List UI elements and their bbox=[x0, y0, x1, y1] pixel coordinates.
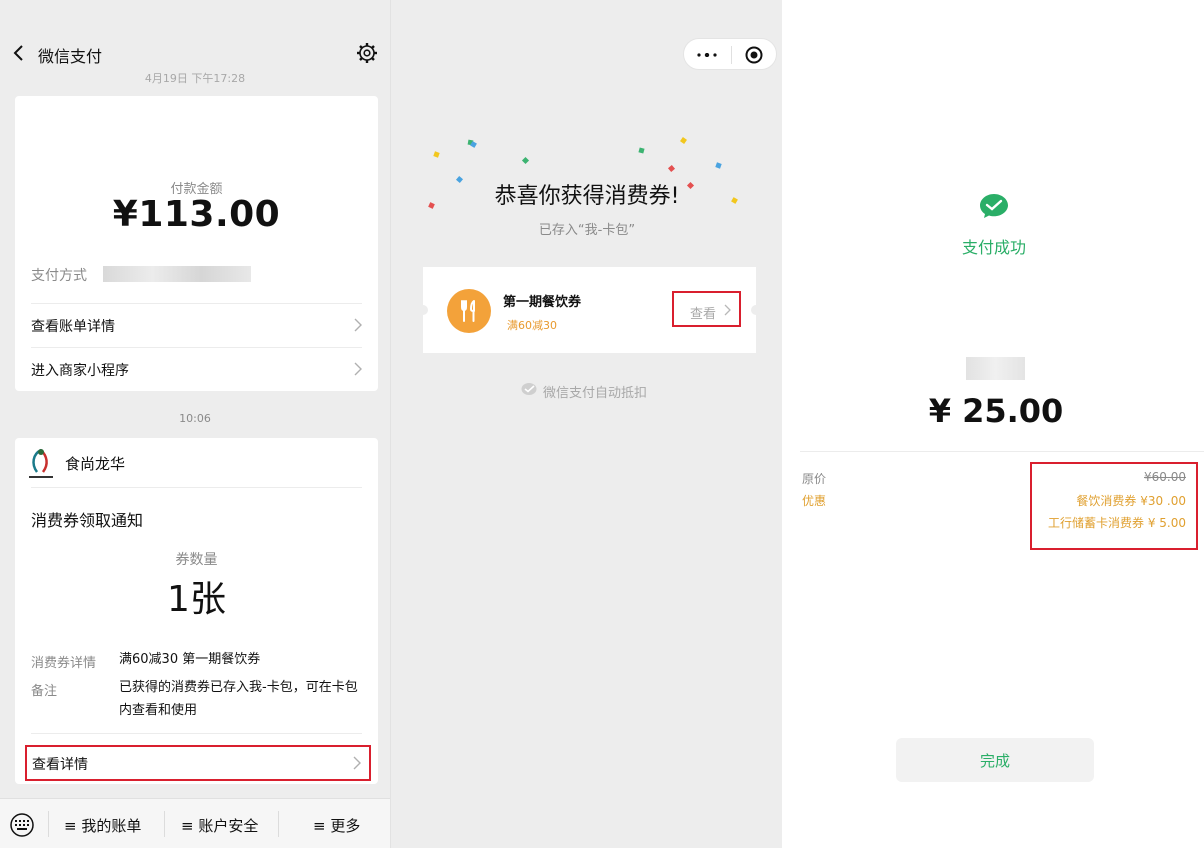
merchant-name-blurred bbox=[966, 357, 1025, 380]
wechat-pay-chat-panel: 微信支付 4月19日 下午17:28 付款金额 ¥113.00 支付方式 查看账… bbox=[0, 0, 390, 848]
coupon-qty-label: 券数量 bbox=[175, 552, 218, 568]
divider bbox=[278, 811, 279, 837]
remark-key: 备注 bbox=[31, 684, 58, 699]
remark-value: 已获得的消费券已存入我-卡包，可在卡包内查看和使用 bbox=[119, 680, 358, 718]
saved-to-wallet-text: 已存入“我-卡包” bbox=[538, 223, 636, 238]
chevron-right-icon bbox=[354, 318, 362, 332]
divider bbox=[48, 811, 49, 837]
wechat-pay-logo-icon bbox=[521, 383, 537, 395]
coupon-condition: 满60减30 bbox=[507, 319, 557, 332]
bank-card-coupon-discount: 工行储蓄卡消费券 ¥ 5.00 bbox=[1048, 516, 1186, 530]
chevron-right-icon bbox=[724, 304, 731, 316]
payment-amount: ¥113.00 bbox=[112, 194, 281, 235]
coupon-card: 第一期餐饮券 满60减30 查看 bbox=[418, 267, 761, 353]
confetti bbox=[433, 151, 440, 158]
divider bbox=[731, 46, 732, 64]
coupon-name: 第一期餐饮券 bbox=[503, 295, 582, 310]
menu-more[interactable]: ≡ 更多 bbox=[313, 815, 360, 836]
payment-method-blurred bbox=[103, 266, 251, 282]
original-price: ¥60.00 bbox=[1144, 470, 1186, 484]
coupon-notice-card: 食尚龙华 消费券领取通知 券数量 1张 消费券详情 满60减30 第一期餐饮券 … bbox=[15, 438, 378, 784]
divider bbox=[800, 451, 1204, 452]
close-mini-program-icon[interactable] bbox=[744, 45, 764, 65]
gear-icon[interactable] bbox=[356, 42, 378, 64]
view-coupon-button[interactable]: 查看 bbox=[672, 291, 741, 327]
wechat-pay-success-icon bbox=[980, 194, 1008, 218]
dining-coupon-icon bbox=[447, 289, 491, 333]
menu-account-security[interactable]: ≡ 账户安全 bbox=[181, 815, 258, 836]
done-button[interactable]: 完成 bbox=[896, 738, 1094, 782]
view-details-row[interactable]: 查看详情 bbox=[25, 745, 371, 781]
view-details-label: 查看详情 bbox=[32, 757, 88, 773]
bottom-menu-bar: ≡ 我的账单 ≡ 账户安全 ≡ 更多 bbox=[0, 798, 390, 848]
coupon-detail-key: 消费券详情 bbox=[31, 656, 97, 671]
fork-knife-icon bbox=[461, 300, 475, 322]
notice-title: 消费券领取通知 bbox=[31, 511, 144, 530]
menu-my-bills[interactable]: ≡ 我的账单 bbox=[64, 815, 141, 836]
chevron-right-icon bbox=[354, 362, 362, 376]
merchant-mini-program-row[interactable]: 进入商家小程序 bbox=[31, 348, 362, 390]
merchant-name: 食尚龙华 bbox=[65, 455, 126, 473]
discount-label: 优惠 bbox=[802, 494, 827, 508]
divider bbox=[31, 487, 362, 488]
payment-receipt-card: 付款金额 ¥113.00 支付方式 查看账单详情 进入商家小程序 bbox=[15, 96, 378, 391]
coupon-detail-value: 满60减30 第一期餐饮券 bbox=[119, 652, 261, 667]
confetti bbox=[470, 141, 477, 148]
mini-program-capsule bbox=[683, 38, 777, 70]
payment-success-panel: 支付成功 ¥ 25.00 原价 优惠 ¥60.00 餐饮消费券 ¥30 .00 … bbox=[782, 0, 1204, 848]
timestamp-mid: 10:06 bbox=[179, 412, 211, 425]
coupon-qty-value: 1张 bbox=[167, 579, 226, 620]
dining-coupon-discount: 餐饮消费券 ¥30 .00 bbox=[1076, 494, 1186, 508]
confetti bbox=[715, 162, 722, 169]
paid-amount: ¥ 25.00 bbox=[928, 392, 1064, 430]
payment-success-status: 支付成功 bbox=[961, 238, 1026, 257]
confetti bbox=[667, 164, 676, 173]
original-price-label: 原价 bbox=[802, 472, 827, 486]
confetti bbox=[638, 147, 645, 154]
coupon-notch bbox=[751, 305, 761, 315]
merchant-mini-program-label: 进入商家小程序 bbox=[31, 363, 129, 379]
congrats-heading: 恭喜你获得消费券! bbox=[494, 184, 680, 209]
coupon-notch bbox=[418, 305, 428, 315]
confetti bbox=[680, 137, 687, 144]
timestamp-top: 4月19日 下午17:28 bbox=[144, 72, 246, 84]
merchant-logo-icon bbox=[29, 448, 53, 478]
done-label: 完成 bbox=[979, 752, 1010, 770]
divider bbox=[31, 733, 362, 734]
price-breakdown-box: ¥60.00 餐饮消费券 ¥30 .00 工行储蓄卡消费券 ¥ 5.00 bbox=[1030, 462, 1198, 550]
confetti bbox=[521, 156, 530, 165]
payment-method-label: 支付方式 bbox=[31, 268, 87, 284]
keyboard-icon[interactable] bbox=[8, 813, 36, 837]
more-dots-icon[interactable] bbox=[696, 53, 718, 57]
divider bbox=[164, 811, 165, 837]
view-coupon-label: 查看 bbox=[690, 307, 717, 322]
chevron-right-icon bbox=[353, 756, 361, 770]
chat-title: 微信支付 bbox=[38, 47, 103, 66]
auto-deduct-note: 微信支付自动抵扣 bbox=[543, 386, 648, 401]
view-bill-details-label: 查看账单详情 bbox=[31, 319, 115, 335]
back-arrow-icon[interactable] bbox=[12, 43, 26, 63]
coupon-received-panel: 恭喜你获得消费券! 已存入“我-卡包” 第一期餐饮券 满60减30 查看 微信支… bbox=[390, 0, 782, 848]
view-bill-details-row[interactable]: 查看账单详情 bbox=[31, 304, 362, 346]
